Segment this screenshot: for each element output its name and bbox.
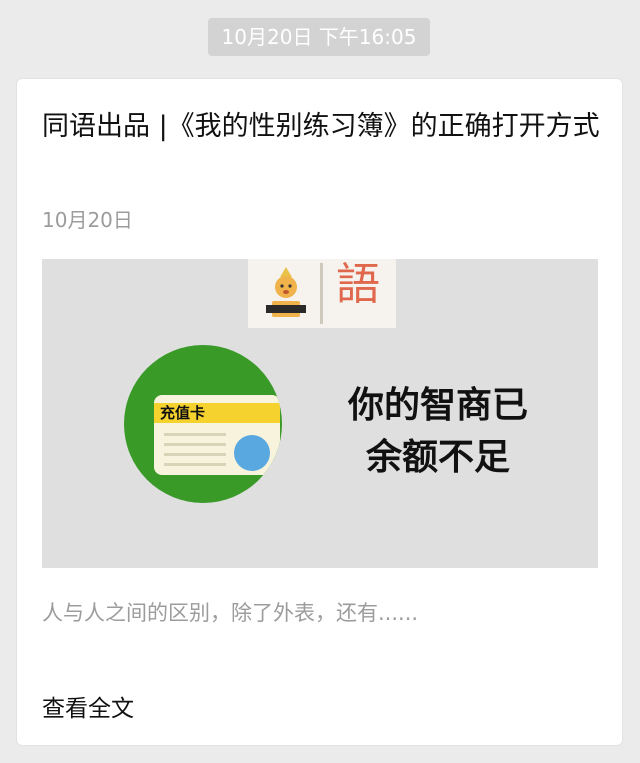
- card-dot: [234, 435, 270, 471]
- cover-headline-line1: 你的智商已: [347, 384, 528, 426]
- article-card[interactable]: 同语出品 |《我的性别练习簿》的正确打开方式 10月20日 語 充值卡 你的智商…: [16, 78, 623, 746]
- card-line: [164, 453, 226, 456]
- card-line: [164, 433, 226, 436]
- message-timestamp: 10月20日 下午16:05: [208, 18, 430, 56]
- card-label: 充值卡: [160, 404, 206, 422]
- cover-headline: 你的智商已 余额不足: [318, 379, 558, 483]
- green-circle: 充值卡: [124, 345, 282, 503]
- logo-character: 語: [336, 259, 380, 310]
- cover-headline-line2: 余额不足: [365, 436, 510, 478]
- read-full-link[interactable]: 查看全文: [42, 689, 134, 723]
- card-line: [164, 443, 226, 446]
- card-line: [164, 463, 226, 466]
- logo-divider: [320, 263, 323, 324]
- cover-image[interactable]: 語 充值卡 你的智商已 余额不足: [42, 259, 598, 568]
- article-summary: 人与人之间的区别，除了外表，还有......: [42, 601, 419, 625]
- article-title[interactable]: 同语出品 |《我的性别练习簿》的正确打开方式: [42, 105, 602, 149]
- article-date: 10月20日: [42, 208, 133, 232]
- tongyu-logo: 語: [248, 259, 396, 328]
- mascot-icon: [266, 267, 306, 317]
- recharge-card-icon: 充值卡: [154, 395, 280, 475]
